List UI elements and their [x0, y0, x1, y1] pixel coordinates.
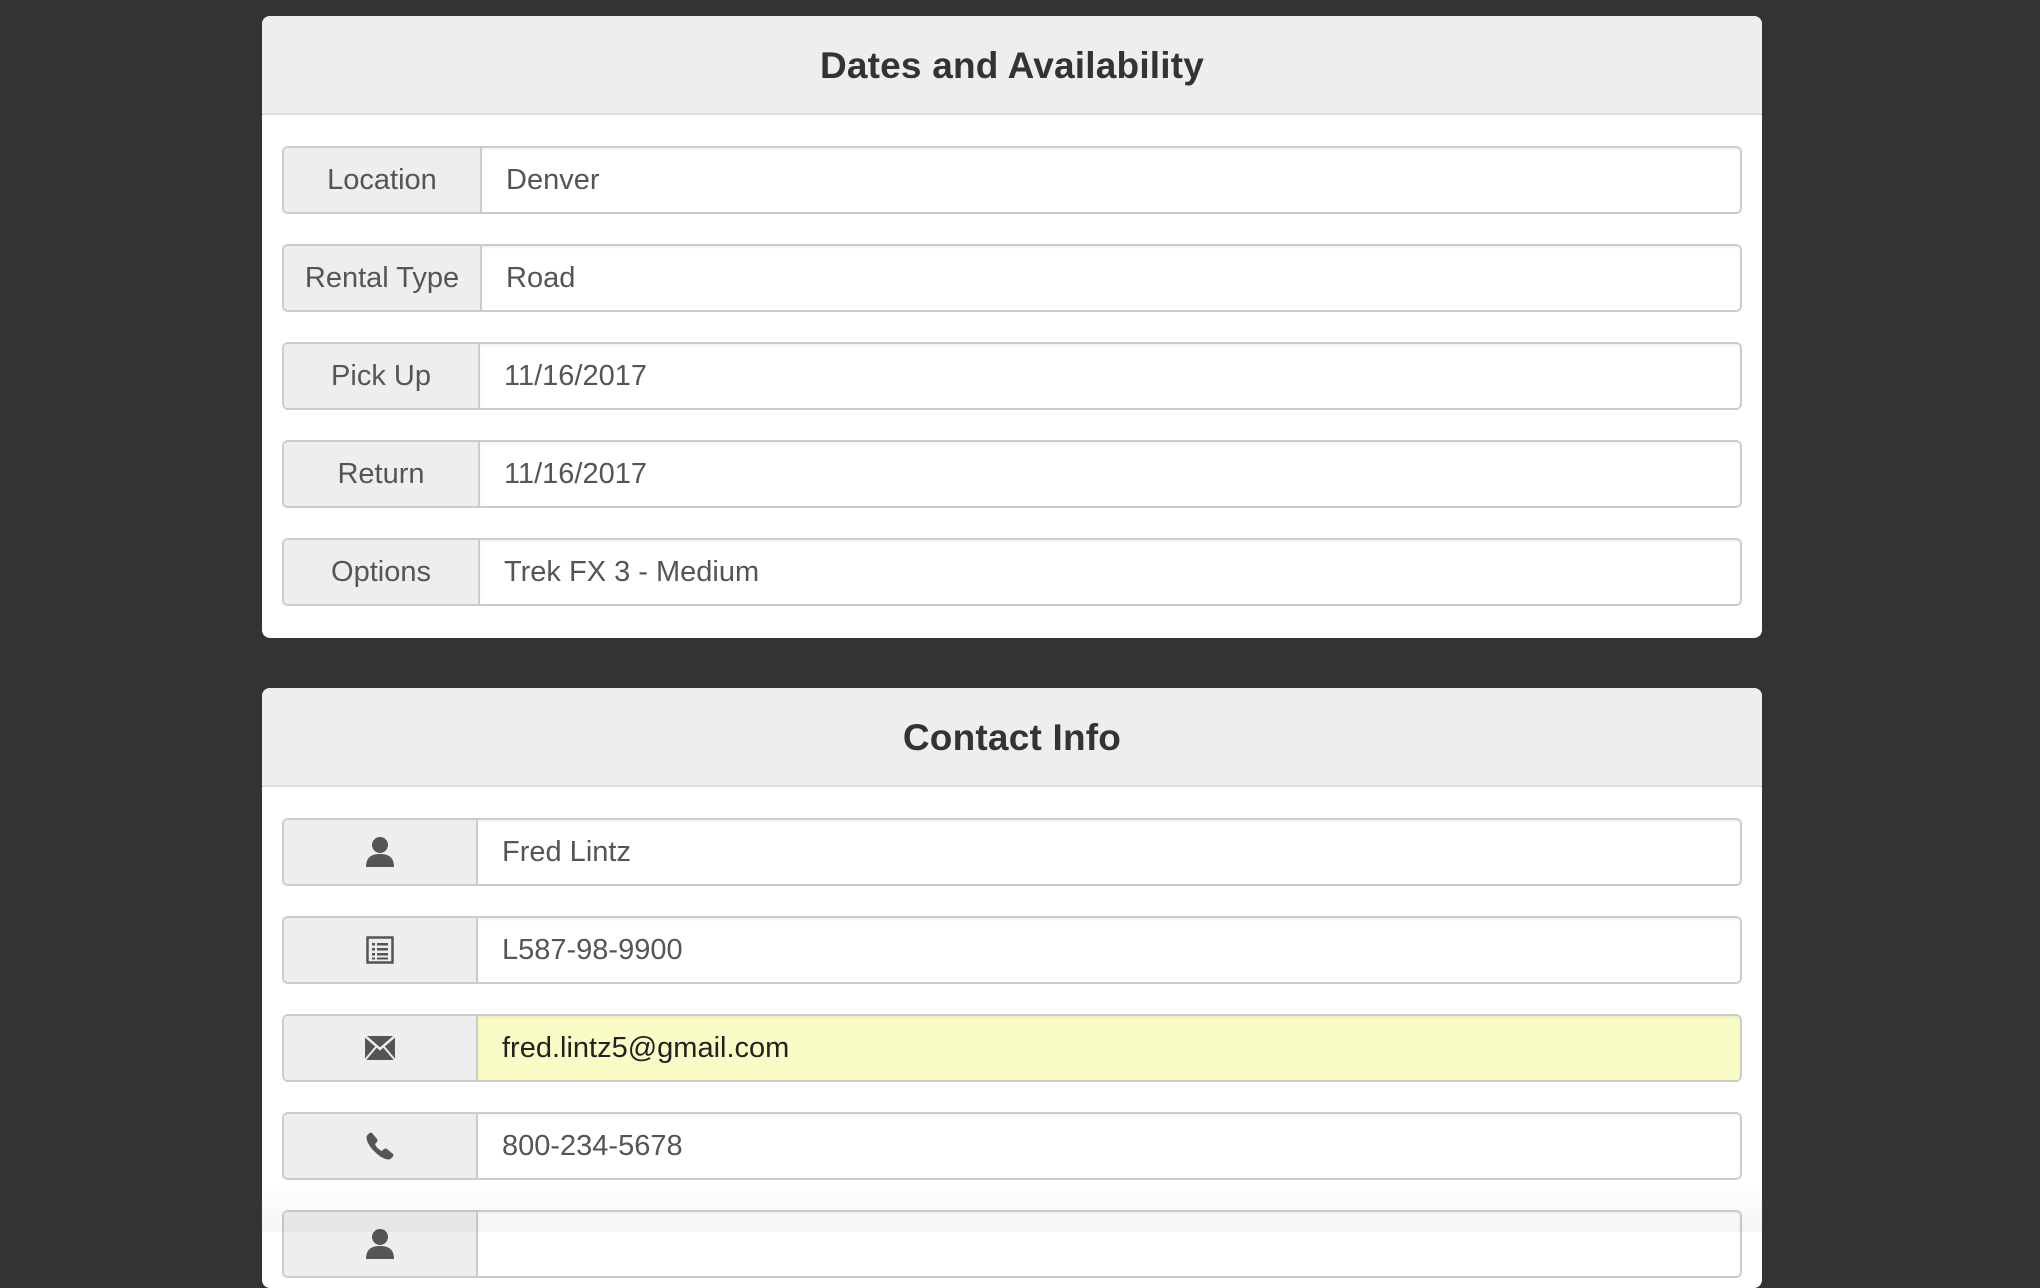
extra-input-group — [282, 1210, 1742, 1278]
options-input-group: Options — [282, 538, 1742, 606]
rental-type-label: Rental Type — [284, 246, 482, 310]
email-input-group — [282, 1014, 1742, 1082]
options-input[interactable] — [480, 540, 1740, 604]
license-input-group — [282, 916, 1742, 984]
envelope-icon — [284, 1016, 478, 1080]
location-label: Location — [284, 148, 482, 212]
dates-panel-title: Dates and Availability — [820, 45, 1204, 87]
pick-up-label: Pick Up — [284, 344, 480, 408]
phone-icon — [284, 1114, 478, 1178]
name-input-group — [282, 818, 1742, 886]
dates-panel-body: Location Rental Type Pick Up Return Opti… — [262, 115, 1762, 606]
name-input[interactable] — [478, 820, 1740, 884]
user-icon — [284, 1212, 478, 1276]
rental-type-input-group: Rental Type — [282, 244, 1742, 312]
license-input[interactable] — [478, 918, 1740, 982]
phone-input-group — [282, 1112, 1742, 1180]
user-icon — [284, 820, 478, 884]
dates-availability-panel: Dates and Availability Location Rental T… — [262, 16, 1762, 638]
location-input[interactable] — [482, 148, 1740, 212]
rental-type-input[interactable] — [482, 246, 1740, 310]
return-label: Return — [284, 442, 480, 506]
email-input[interactable] — [478, 1016, 1740, 1080]
location-input-group: Location — [282, 146, 1742, 214]
contact-panel-heading: Contact Info — [262, 688, 1762, 787]
list-alt-icon — [284, 918, 478, 982]
return-date-input[interactable] — [480, 442, 1740, 506]
options-label: Options — [284, 540, 480, 604]
return-input-group: Return — [282, 440, 1742, 508]
contact-panel-title: Contact Info — [903, 717, 1121, 759]
pick-up-date-input[interactable] — [480, 344, 1740, 408]
contact-panel-body — [262, 787, 1762, 1278]
contact-info-panel: Contact Info — [262, 688, 1762, 1288]
phone-input[interactable] — [478, 1114, 1740, 1178]
dates-panel-heading: Dates and Availability — [262, 16, 1762, 115]
pick-up-input-group: Pick Up — [282, 342, 1742, 410]
extra-input[interactable] — [478, 1212, 1740, 1276]
